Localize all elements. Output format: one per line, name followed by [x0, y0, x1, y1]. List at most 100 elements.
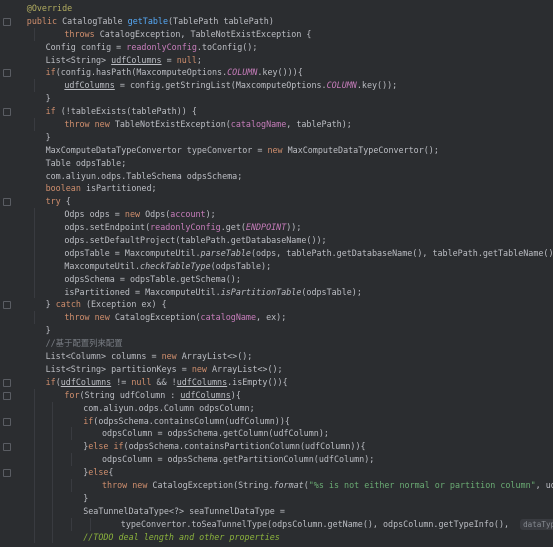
code-line[interactable]: Odps odps = new Odps(account);	[0, 208, 553, 222]
code-line[interactable]: List<String> udfColumns = null;	[0, 54, 553, 67]
code-line[interactable]: if (!tableExists(tablePath)) {	[0, 105, 553, 118]
fold-marker-icon[interactable]	[3, 417, 11, 426]
code-line[interactable]: throws CatalogException, TableNotExistEx…	[0, 27, 553, 41]
code-token: getTable	[127, 15, 168, 26]
code-line[interactable]: }else{	[0, 466, 553, 479]
code-token: isPartitioned;	[85, 183, 157, 194]
indent-guide	[52, 478, 54, 492]
code-line[interactable]: odps.setEndpoint(readonlyConfig.get(ENDP…	[0, 221, 553, 235]
fold-marker-icon[interactable]	[3, 391, 11, 400]
code-token: new	[124, 209, 146, 220]
indent-guide	[52, 440, 54, 454]
code-line[interactable]: public CatalogTable getTable(TablePath t…	[0, 15, 553, 28]
code-text: typeConvertor.toSeaTunnelType(odpsColumn…	[121, 518, 553, 531]
code-line[interactable]: typeConvertor.toSeaTunnelType(odpsColumn…	[0, 517, 553, 531]
code-line[interactable]: udfColumns = config.getStringList(Maxcom…	[0, 79, 553, 93]
code-token: , udfColum	[535, 479, 553, 490]
code-line[interactable]: throw new CatalogException(String.format…	[0, 478, 553, 492]
code-text: if(config.hasPath(MaxcomputeOptions.COLU…	[46, 66, 303, 79]
code-line[interactable]: //基于配置列来配置	[0, 337, 553, 350]
code-token: (String udfColumn :	[79, 389, 181, 400]
indent-guide	[33, 530, 35, 544]
code-line[interactable]: if(odpsSchema.containsColumn(udfColumn))…	[0, 414, 553, 428]
code-line[interactable]: for(String udfColumn : udfColumns){	[0, 388, 553, 402]
code-token: boolean	[45, 183, 86, 194]
code-text: List<Column> columns = new ArrayList<>()…	[46, 350, 253, 363]
fold-marker-icon[interactable]	[3, 378, 11, 387]
code-token: (Exception ex) {	[85, 299, 167, 310]
indent-guide	[33, 453, 35, 467]
code-line[interactable]: com.aliyun.odps.Column odpsColumn;	[0, 401, 553, 415]
code-line[interactable]: Table odpsTable;	[0, 157, 553, 170]
code-token: isPartitionTable	[220, 286, 302, 297]
code-text: //TODO deal length and other properties	[83, 531, 280, 544]
code-token: odpsSchema = odpsTable.getSchema();	[64, 273, 241, 284]
code-token: CatalogException, TableNotExistException…	[99, 28, 312, 39]
code-line[interactable]: try {	[0, 195, 553, 208]
code-token: parseTable	[200, 247, 251, 258]
code-line[interactable]: throw new TableNotExistException(catalog…	[0, 118, 553, 131]
indent-guide	[52, 453, 54, 467]
fold-marker-icon[interactable]	[3, 469, 11, 478]
code-line[interactable]: odpsColumn = odpsSchema.getPartitionColu…	[0, 453, 553, 467]
code-line[interactable]: }	[0, 324, 553, 337]
code-text: com.aliyun.odps.TableSchema odpsSchema;	[46, 170, 243, 183]
code-token: }	[83, 492, 89, 503]
fold-marker-icon[interactable]	[3, 69, 11, 78]
fold-marker-icon[interactable]	[3, 108, 11, 117]
code-token: }	[45, 325, 51, 336]
code-text: Table odpsTable;	[46, 157, 127, 170]
code-line[interactable]: odpsSchema = odpsTable.getSchema();	[0, 272, 553, 286]
fold-marker-icon[interactable]	[3, 443, 11, 452]
code-token: "%s is not either normal or partition co…	[308, 479, 536, 490]
code-token: try	[45, 196, 66, 207]
code-token: throws	[64, 28, 100, 39]
fold-marker-icon[interactable]	[3, 301, 11, 310]
indent-guide	[33, 517, 35, 531]
indent-guide	[33, 427, 35, 441]
code-token: List<String> partitionKeys =	[45, 363, 192, 374]
code-line[interactable]: isPartitioned = MaxcomputeUtil.isPartiti…	[0, 285, 553, 299]
code-line[interactable]: @Override	[0, 2, 553, 15]
code-line[interactable]: } catch (Exception ex) {	[0, 298, 553, 311]
code-text: for(String udfColumn : udfColumns){	[64, 389, 241, 402]
code-line[interactable]: }else if(odpsSchema.containsPartitionCol…	[0, 440, 553, 454]
fold-marker-icon[interactable]	[3, 17, 11, 26]
indent-guide	[33, 234, 35, 247]
code-line[interactable]: SeaTunnelDataType<?> seaTunnelDataType =	[0, 504, 553, 518]
code-line[interactable]: MaxComputeDataTypeConvertor typeConverto…	[0, 144, 553, 157]
code-line[interactable]: List<Column> columns = new ArrayList<>()…	[0, 350, 553, 363]
code-text: if (!tableExists(tablePath)) {	[46, 105, 197, 118]
code-line[interactable]: //TODO deal length and other properties	[0, 530, 553, 544]
indent-guide	[71, 427, 73, 441]
code-line[interactable]: if(udfColumns != null && !udfColumns.isE…	[0, 376, 553, 389]
code-token: ArrayList<>();	[181, 351, 253, 362]
code-token: if	[45, 376, 56, 387]
fold-marker-icon[interactable]	[3, 198, 11, 207]
code-line[interactable]: }	[0, 92, 553, 105]
code-line[interactable]: }	[0, 491, 553, 505]
code-line[interactable]: throw new CatalogException(catalogName, …	[0, 311, 553, 325]
indent-guide	[52, 401, 54, 415]
code-token: catch	[55, 299, 86, 310]
code-text: MaxcomputeUtil.checkTableType(odpsTable)…	[64, 260, 271, 273]
code-token: udfColumns	[176, 376, 228, 387]
code-line[interactable]: Config config = readonlyConfig.toConfig(…	[0, 41, 553, 54]
code-line[interactable]: odps.setDefaultProject(tablePath.getData…	[0, 234, 553, 247]
code-area[interactable]: @Override public CatalogTable getTable(Ta…	[0, 2, 553, 544]
code-line[interactable]: }	[0, 131, 553, 144]
code-line[interactable]: odpsTable = MaxcomputeUtil.parseTable(od…	[0, 246, 553, 260]
code-line[interactable]: com.aliyun.odps.TableSchema odpsSchema;	[0, 170, 553, 183]
code-text: if(udfColumns != null && !udfColumns.isE…	[46, 376, 288, 389]
code-text: @Override	[27, 2, 72, 15]
code-line[interactable]: if(config.hasPath(MaxcomputeOptions.COLU…	[0, 66, 553, 79]
code-text: Config config = readonlyConfig.toConfig(…	[46, 41, 258, 54]
code-editor[interactable]: @Override public CatalogTable getTable(Ta…	[0, 0, 553, 547]
code-line[interactable]: List<String> partitionKeys = new ArrayLi…	[0, 363, 553, 376]
code-line[interactable]: odpsColumn = odpsSchema.getColumn(udfCol…	[0, 427, 553, 441]
code-token: );	[205, 209, 216, 220]
code-text: throws CatalogException, TableNotExistEx…	[64, 28, 311, 41]
code-line[interactable]: boolean isPartitioned;	[0, 182, 553, 195]
code-token: null	[131, 376, 157, 387]
code-line[interactable]: MaxcomputeUtil.checkTableType(odpsTable)…	[0, 259, 553, 273]
